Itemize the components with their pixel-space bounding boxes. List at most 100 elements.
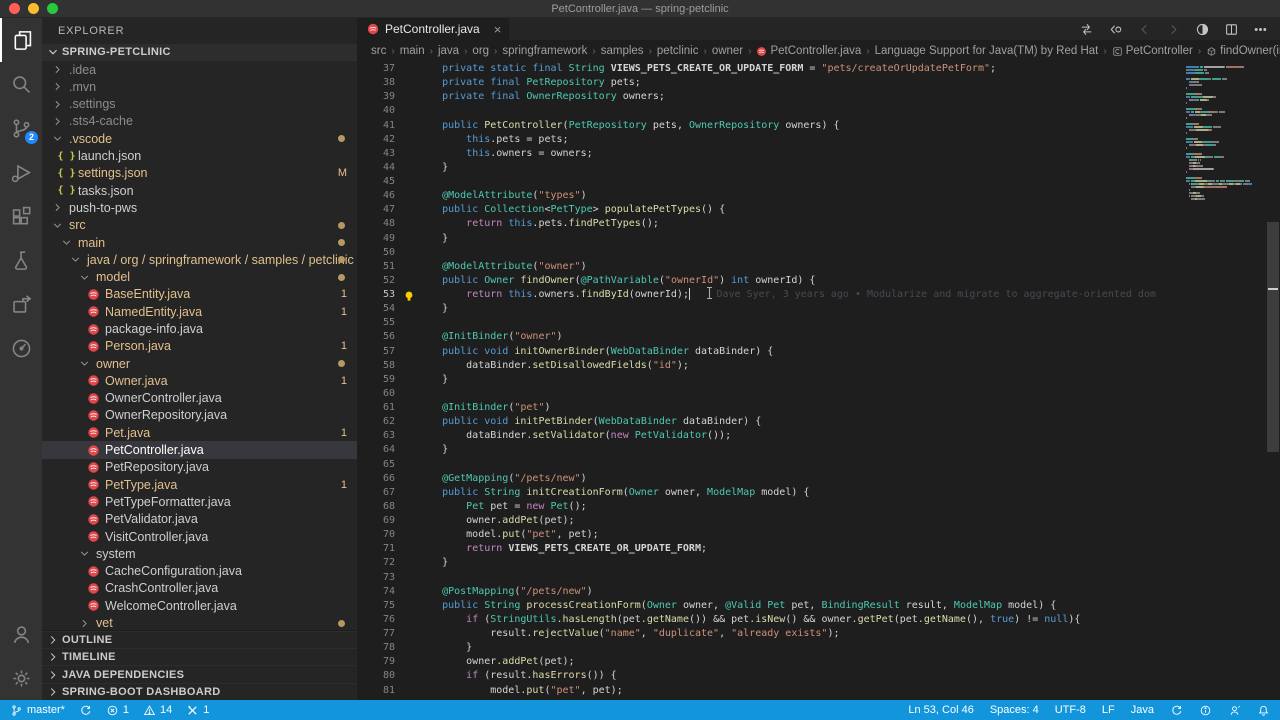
code-line-37[interactable]: 37 private static final String VIEWS_PET… [357,62,1280,76]
code-line-40[interactable]: 40 [357,104,1280,118]
panel-outline[interactable]: OUTLINE [42,631,357,648]
window-minimize-button[interactable] [28,3,39,14]
status-error[interactable]: 1 [106,704,129,717]
code-line-55[interactable]: 55 [357,316,1280,330]
breadcrumb-item-src[interactable]: src [371,45,386,57]
status-java[interactable]: Java [1131,704,1154,716]
run-icon[interactable] [1195,22,1210,37]
breadcrumb-item-findowner-int-[interactable]: findOwner(int) [1206,45,1280,57]
breadcrumb-item-petclinic[interactable]: petclinic [657,45,699,57]
tree-file-tasks-json[interactable]: { }tasks.json [42,182,357,199]
breadcrumb-item-owner[interactable]: owner [712,45,743,57]
tree-folder-push-to-pws[interactable]: push-to-pws [42,199,357,216]
code-line-38[interactable]: 38 private final PetRepository pets; [357,76,1280,90]
nav-back-icon[interactable] [1137,22,1152,37]
activity-source-control-icon[interactable]: 2 [0,106,42,150]
breadcrumb-item-java[interactable]: java [438,45,459,57]
panel-spring-boot-dashboard[interactable]: SPRING-BOOT DASHBOARD [42,683,357,700]
tree-file-pet-java[interactable]: Pet.java1 [42,424,357,441]
code-line-61[interactable]: 61 @InitBinder("pet") [357,401,1280,415]
code-line-66[interactable]: 66 @GetMapping("/pets/new") [357,472,1280,486]
tree-file-baseentity-java[interactable]: BaseEntity.java1 [42,286,357,303]
code-line-64[interactable]: 64 } [357,443,1280,457]
code-line-67[interactable]: 67 public String initCreationForm(Owner … [357,486,1280,500]
tree-file-petcontroller-java[interactable]: PetController.java [42,441,357,458]
breadcrumb-item-springframework[interactable]: springframework [502,45,587,57]
tab-petcontroller[interactable]: PetController.java × [357,18,509,40]
code-line-60[interactable]: 60 [357,387,1280,401]
tree-file-person-java[interactable]: Person.java1 [42,338,357,355]
tree-file-settings-json[interactable]: { }settings.jsonM [42,165,357,182]
more-actions-icon[interactable] [1253,22,1268,37]
window-close-button[interactable] [9,3,20,14]
code-line-50[interactable]: 50 [357,246,1280,260]
code-line-51[interactable]: 51 @ModelAttribute("owner") [357,260,1280,274]
status-warning[interactable]: 14 [143,704,172,717]
activity-explorer-icon[interactable] [0,18,42,62]
code-line-42[interactable]: 42 this.pets = pets; [357,133,1280,147]
tree-file-petvalidator-java[interactable]: PetValidator.java [42,511,357,528]
code-line-79[interactable]: 79 owner.addPet(pet); [357,655,1280,669]
status-bell[interactable] [1257,704,1270,717]
code-line-39[interactable]: 39 private final OwnerRepository owners; [357,90,1280,104]
breadcrumb-item-petcontroller[interactable]: PetController [1112,45,1193,57]
code-editor[interactable]: 37 private static final String VIEWS_PET… [357,62,1280,700]
tree-file-petrepository-java[interactable]: PetRepository.java [42,459,357,476]
tree-folder--settings[interactable]: .settings [42,96,357,113]
tree-file-pettypeformatter-java[interactable]: PetTypeFormatter.java [42,493,357,510]
code-line-45[interactable]: 45 [357,175,1280,189]
tree-folder-system[interactable]: system [42,545,357,562]
status-ln-53-col-46[interactable]: Ln 53, Col 46 [908,704,973,716]
code-line-78[interactable]: 78 } [357,641,1280,655]
status-lf[interactable]: LF [1102,704,1115,716]
code-line-56[interactable]: 56 @InitBinder("owner") [357,330,1280,344]
activity-dashboard-icon[interactable] [0,326,42,370]
tree-folder-main[interactable]: main [42,234,357,251]
close-icon[interactable]: × [494,22,502,37]
code-line-62[interactable]: 62 public void initPetBinder(WebDataBind… [357,415,1280,429]
tree-file-welcomecontroller-java[interactable]: WelcomeController.java [42,597,357,614]
tree-folder--idea[interactable]: .idea [42,61,357,78]
code-line-75[interactable]: 75 public String processCreationForm(Own… [357,599,1280,613]
tree-file-visitcontroller-java[interactable]: VisitController.java [42,528,357,545]
tree-file-owner-java[interactable]: Owner.java1 [42,372,357,389]
code-line-77[interactable]: 77 result.rejectValue("name", "duplicate… [357,627,1280,641]
tree-file-cacheconfiguration-java[interactable]: CacheConfiguration.java [42,563,357,580]
tree-file-ownercontroller-java[interactable]: OwnerController.java [42,390,357,407]
status-branch[interactable]: master* [10,704,65,717]
activity-settings-icon[interactable] [0,656,42,700]
code-line-74[interactable]: 74 @PostMapping("/pets/new") [357,585,1280,599]
code-line-69[interactable]: 69 owner.addPet(pet); [357,514,1280,528]
activity-run-debug-icon[interactable] [0,150,42,194]
tree-folder-owner[interactable]: owner [42,355,357,372]
status-info[interactable] [1199,704,1212,717]
code-line-70[interactable]: 70 model.put("pet", pet); [357,528,1280,542]
code-line-53[interactable]: 53 return this.owners.findById(ownerId);… [357,288,1280,302]
breadcrumb-item-main[interactable]: main [400,45,425,57]
window-zoom-button[interactable] [47,3,58,14]
code-line-63[interactable]: 63 dataBinder.setValidator(new PetValida… [357,429,1280,443]
code-line-58[interactable]: 58 dataBinder.setDisallowedFields("id"); [357,359,1280,373]
activity-test-icon[interactable] [0,238,42,282]
code-line-81[interactable]: 81 model.put("pet", pet); [357,684,1280,698]
code-line-49[interactable]: 49 } [357,232,1280,246]
code-line-76[interactable]: 76 if (StringUtils.hasLength(pet.getName… [357,613,1280,627]
tree-folder-src[interactable]: src [42,217,357,234]
tree-file-namedentity-java[interactable]: NamedEntity.java1 [42,303,357,320]
code-line-80[interactable]: 80 if (result.hasErrors()) { [357,669,1280,683]
status-sync[interactable] [1170,704,1183,717]
breadcrumb-item-language-support-for-java-tm-by-red-hat[interactable]: Language Support for Java(TM) by Red Hat [875,45,1099,57]
activity-deploy-icon[interactable] [0,282,42,326]
activity-account-icon[interactable] [0,612,42,656]
code-line-65[interactable]: 65 [357,458,1280,472]
minimap[interactable] [1184,62,1266,700]
tree-folder-vet[interactable]: vet [42,614,357,629]
tree-file-crashcontroller-java[interactable]: CrashController.java [42,580,357,597]
editor-scrollbar[interactable] [1266,62,1280,700]
activity-search-icon[interactable] [0,62,42,106]
split-editor-icon[interactable] [1224,22,1239,37]
status-feedback[interactable] [1228,704,1241,717]
breadcrumb-item-org[interactable]: org [472,45,489,57]
status-utf-8[interactable]: UTF-8 [1055,704,1086,716]
code-line-54[interactable]: 54 } [357,302,1280,316]
